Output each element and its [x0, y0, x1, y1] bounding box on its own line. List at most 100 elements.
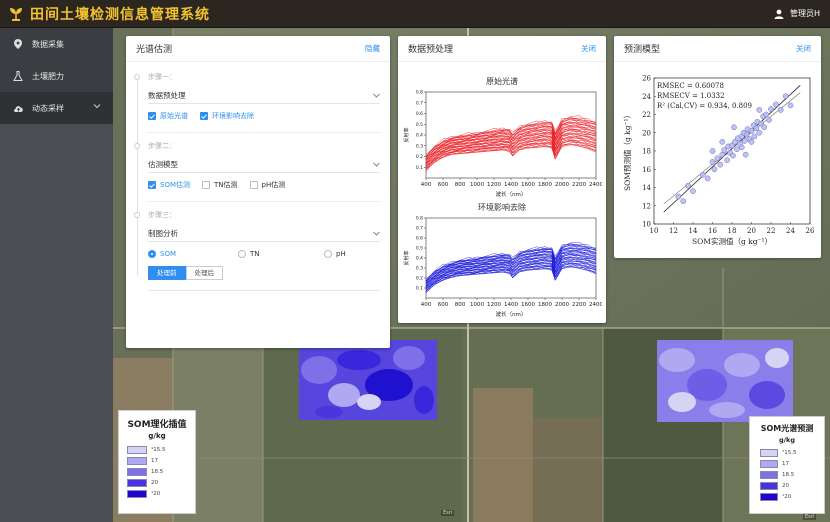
- sidebar-item-soil-fertility[interactable]: 土壤肥力: [0, 60, 113, 92]
- x-tick-label: 22: [767, 227, 776, 235]
- som-radio[interactable]: SOM: [148, 250, 226, 258]
- sidebar-item-data-collection[interactable]: 数据采集: [0, 28, 113, 60]
- y-axis-label: 反射率: [403, 250, 410, 265]
- scatter-point: [690, 188, 696, 195]
- sprout-logo-icon: [10, 7, 22, 21]
- user-menu[interactable]: 管理员H: [774, 8, 820, 19]
- x-tick-label: 16: [708, 227, 717, 235]
- ph-estimate-checkbox[interactable]: pH估测: [249, 180, 285, 190]
- legend-entry: 17: [760, 458, 824, 469]
- y-tick-label: 0.1: [416, 286, 423, 292]
- sidebar-item-label: 动态采样: [32, 103, 64, 113]
- legend-unit: g/kg: [148, 432, 166, 440]
- y-tick-label: 0.2: [416, 154, 423, 160]
- after-processing-button[interactable]: 处理后: [185, 266, 223, 280]
- y-tick-label: 20: [642, 129, 651, 137]
- y-tick-label: 14: [642, 184, 651, 192]
- legend-som-interpolation: SOM理化插值 g/kg ¹15.5 17 18.5 20 ¹20: [118, 410, 196, 514]
- preprocess-select[interactable]: 数据预处理: [148, 88, 380, 104]
- checkbox-label: SOM估测: [160, 181, 190, 189]
- step-2: 步骤二： 估测模型 SOM估测 TN估测 pH估测: [126, 139, 390, 193]
- panel-title: 光谱估测: [136, 45, 173, 55]
- flask-icon: [12, 71, 24, 81]
- legend-entry: 20: [127, 477, 195, 488]
- x-tick-label: 1400: [504, 182, 518, 188]
- y-tick-label: 0.1: [416, 165, 423, 171]
- x-tick-label: 1600: [521, 182, 535, 188]
- y-axis-label: SOM预测值（g kg⁻¹）: [622, 111, 632, 191]
- y-tick-label: 0.7: [416, 226, 423, 232]
- location-pin-icon: [12, 39, 24, 49]
- y-tick-label: 0.8: [416, 90, 423, 96]
- y-tick-label: 18: [642, 148, 651, 156]
- checkbox-label: TN估测: [214, 181, 238, 189]
- scatter-point: [680, 198, 687, 205]
- legend-som-prediction: SOM光谱预测 g/kg ¹15.5 17 18.5 20 ¹20: [749, 416, 825, 514]
- scatter-point: [685, 182, 691, 189]
- checkbox-label: 原始光谱: [160, 112, 188, 120]
- legend-title: SOM光谱预测: [760, 424, 814, 433]
- sidebar-item-dynamic-sampling[interactable]: 动态采样: [0, 92, 113, 124]
- tn-radio[interactable]: TN: [238, 250, 312, 258]
- user-name: 管理员H: [789, 9, 820, 18]
- preprocess-panel: 数据预处理 关闭 原始光谱 400 600 800 1000 1200 1400 1600 1…: [398, 36, 606, 323]
- hide-panel-button[interactable]: 隐藏: [365, 43, 380, 54]
- y-tick-label: 0.3: [416, 143, 423, 149]
- legend-entry: 20: [760, 480, 824, 491]
- x-tick-label: 12: [669, 227, 678, 235]
- checkbox-label: 环境影响去除: [212, 112, 254, 120]
- tn-estimate-checkbox[interactable]: TN估测: [202, 180, 238, 190]
- step-dot: [134, 143, 140, 149]
- y-tick-label: 0.5: [416, 122, 423, 128]
- y-tick-label: 0.7: [416, 100, 423, 106]
- som-estimate-checkbox[interactable]: SOM估测: [148, 180, 190, 190]
- step-1: 步骤一： 数据预处理 原始光谱 环境影响去除: [126, 70, 390, 124]
- scatter-point: [782, 93, 789, 100]
- scatter-point: [714, 155, 721, 162]
- step-dot: [134, 212, 140, 218]
- raw-spectrum-chart: 400 600 800 1000 1200 1400 1600 1800 2000 2200 240…: [403, 90, 602, 199]
- legend-entry: ¹20: [127, 488, 195, 499]
- x-tick-label: 26: [806, 227, 815, 235]
- x-tick-label: 2200: [572, 302, 586, 308]
- legend-entry: 17: [127, 455, 195, 466]
- radio-label: pH: [336, 250, 346, 258]
- legend-unit: g/kg: [778, 436, 795, 444]
- x-tick-label: 2000: [555, 182, 569, 188]
- before-processing-button[interactable]: 处理前: [148, 266, 186, 280]
- x-tick-label: 2400: [589, 182, 602, 188]
- ph-radio[interactable]: pH: [324, 250, 346, 258]
- scatter-point: [773, 101, 779, 108]
- panel-title: 数据预处理: [408, 45, 454, 55]
- x-tick-label: 24: [786, 227, 795, 235]
- close-panel-button[interactable]: 关闭: [796, 43, 811, 54]
- env-removal-checkbox[interactable]: 环境影响去除: [200, 111, 254, 121]
- scatter-point: [709, 148, 716, 154]
- scatter-point: [756, 129, 763, 136]
- scatter-point: [675, 193, 682, 200]
- raw-spectrum-checkbox[interactable]: 原始光谱: [148, 111, 188, 121]
- estimation-panel: 光谱估测 隐藏 步骤一： 数据预处理 原始光谱 环境影响去除 步骤二： 估测模型: [126, 36, 390, 348]
- x-tick-label: 20: [747, 227, 756, 235]
- scatter-point: [709, 159, 716, 165]
- close-panel-button[interactable]: 关闭: [581, 43, 596, 54]
- model-select[interactable]: 估测模型: [148, 157, 380, 173]
- y-tick-label: 16: [642, 166, 651, 174]
- select-value: 估测模型: [148, 160, 178, 169]
- scatter-point: [730, 152, 736, 159]
- legend-entry: 18.5: [127, 466, 195, 477]
- x-tick-label: 1000: [470, 182, 484, 188]
- mapping-select[interactable]: 制图分析: [148, 226, 380, 242]
- scatter-point: [724, 157, 730, 163]
- stat-r2: R² (Cal,CV) = 0.934, 0.809: [657, 102, 752, 110]
- y-tick-label: 0.8: [416, 216, 423, 222]
- select-value: 数据预处理: [148, 91, 186, 100]
- x-tick-label: 1200: [487, 302, 501, 308]
- map-attribution: Esri: [803, 514, 817, 520]
- y-tick-label: 0.6: [416, 236, 423, 242]
- x-tick-label: 18: [728, 227, 737, 235]
- env-removed-spectrum-chart: 400 600 800 1000 1200 1400 1600 1800 2000 2200 240…: [403, 216, 602, 319]
- scatter-point: [756, 107, 763, 113]
- radio-label: TN: [250, 250, 260, 258]
- scatter-point: [761, 124, 768, 131]
